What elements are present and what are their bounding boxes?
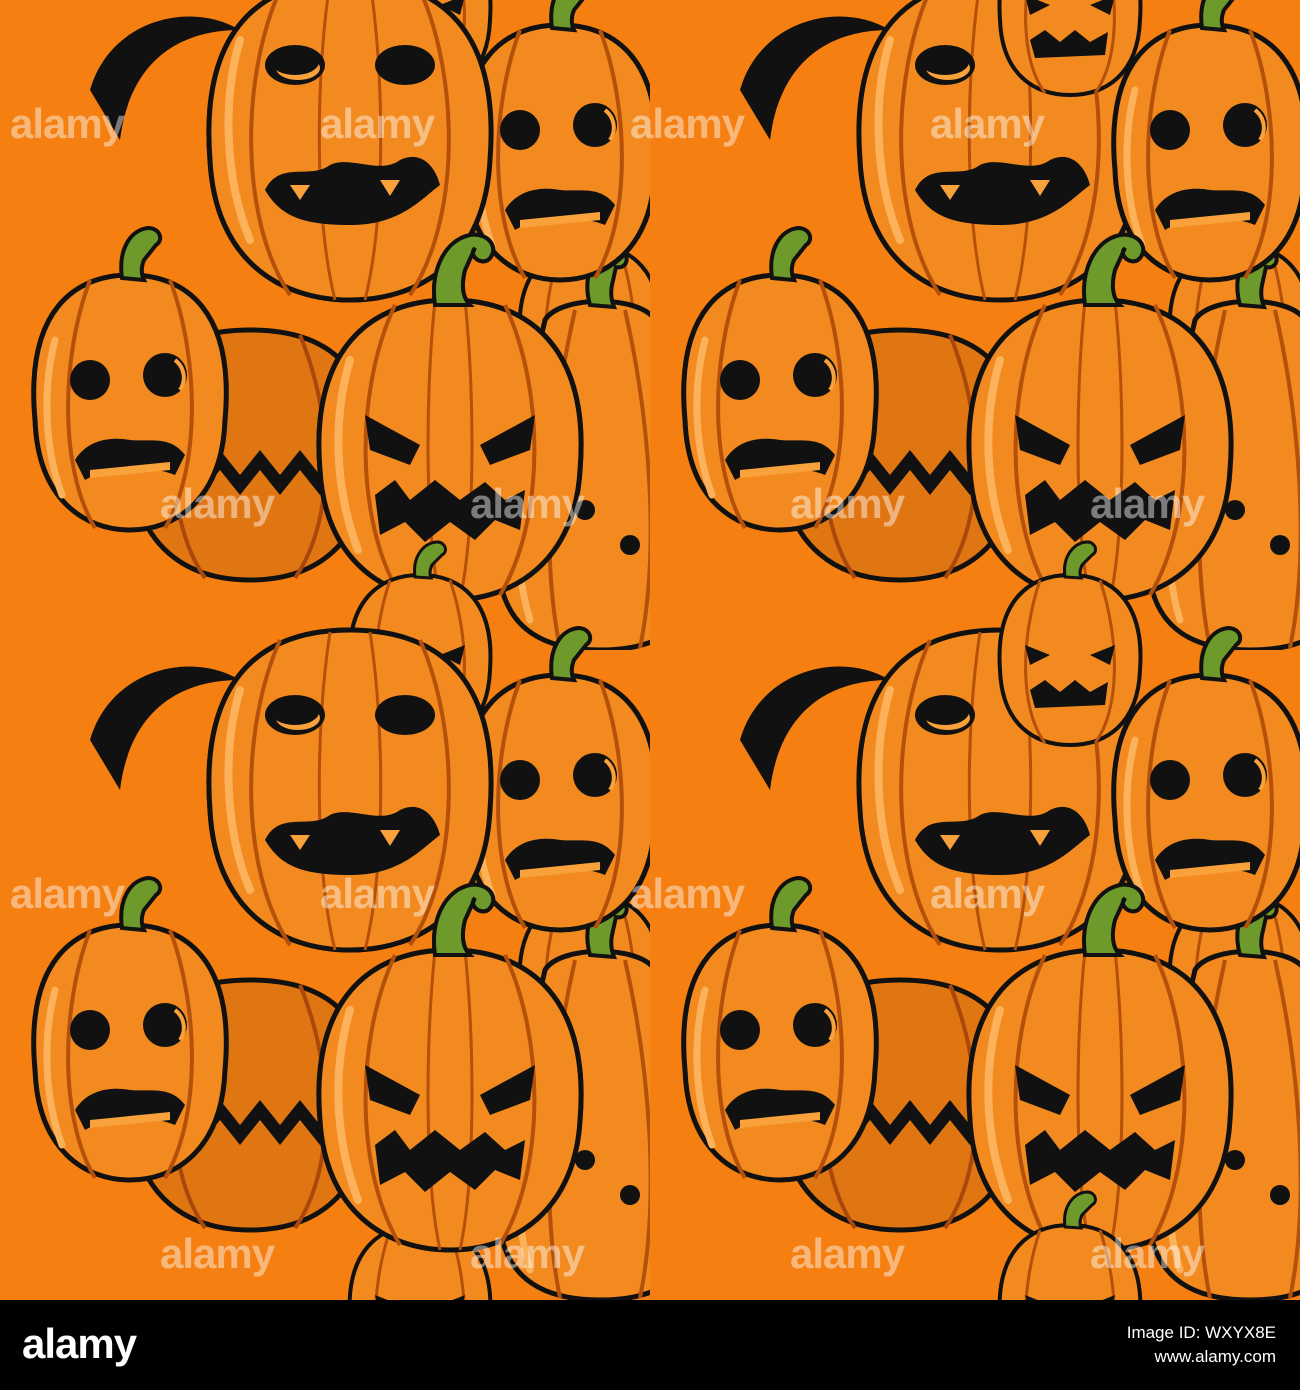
footer-bar: alamy Image ID: WXYX8E www.alamy.com (0, 1300, 1300, 1390)
image-id-block: Image ID: WXYX8E www.alamy.com (1000, 1321, 1276, 1369)
pumpkin-pattern-artwork (0, 0, 1300, 1300)
alamy-logo: alamy (22, 1320, 137, 1367)
site-url: www.alamy.com (1154, 1347, 1276, 1366)
image-id-label: Image ID: WXYX8E (1126, 1323, 1276, 1342)
